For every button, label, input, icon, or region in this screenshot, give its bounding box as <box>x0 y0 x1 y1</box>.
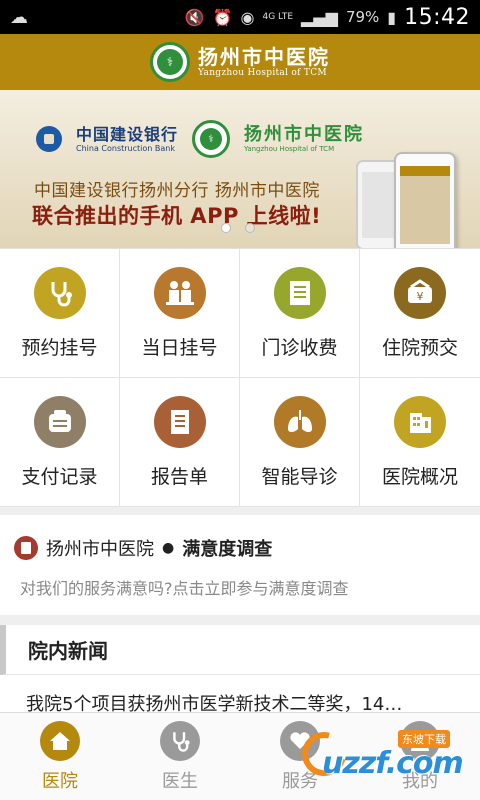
survey-separator: ● <box>162 540 175 556</box>
tab-label: 医生 <box>162 770 198 792</box>
service-payment-records[interactable]: 支付记录 <box>0 378 120 507</box>
wifi-icon: ◉ <box>240 7 255 27</box>
alarm-icon: ⏰ <box>212 7 233 27</box>
app-header: ⚕ 扬州市中医院 Yangzhou Hospital of TCM <box>0 34 480 90</box>
mute-icon: 🔇 <box>184 7 205 27</box>
satisfaction-survey-card[interactable]: 扬州市中医院 ● 满意度调查 对我们的服务满意吗?点击立即参与满意度调查 <box>0 515 480 615</box>
phone-illustration <box>394 152 456 248</box>
clock-time: 15:42 <box>404 4 470 30</box>
svg-text:¥: ¥ <box>417 290 424 303</box>
banner-hospital-name-en: Yangzhou Hospital of TCM <box>244 145 335 153</box>
banner-hospital-name: 扬州市中医院 <box>244 124 365 145</box>
home-icon <box>40 720 80 761</box>
news-heading: 院内新闻 <box>0 625 480 675</box>
carousel-dot-2[interactable] <box>245 223 255 233</box>
hospital-logo-icon: ⚕ <box>192 120 231 158</box>
banner-tagline: 联合推出的手机 APP 上线啦! <box>32 204 322 228</box>
record-icon <box>33 395 86 448</box>
bank-name: 中国建设银行 <box>76 124 179 144</box>
watermark-text: uzzf.com <box>322 746 464 781</box>
receipt-icon <box>273 266 326 319</box>
service-label: 报告单 <box>150 465 208 488</box>
service-report[interactable]: 报告单 <box>120 378 240 507</box>
battery-icon: ▮ <box>387 7 397 27</box>
wallet-icon: ¥ <box>394 266 446 319</box>
hospital-building-icon <box>394 395 446 448</box>
tab-label: 医院 <box>42 770 78 792</box>
service-label: 智能导诊 <box>261 465 338 488</box>
signal-icon: ▂▄▆ <box>301 7 338 27</box>
service-same-day[interactable]: 当日挂号 <box>120 249 240 378</box>
ccb-logo-icon <box>36 126 62 152</box>
service-label: 当日挂号 <box>141 336 218 359</box>
survey-description: 对我们的服务满意吗?点击立即参与满意度调查 <box>20 579 349 598</box>
lungs-icon <box>273 395 326 448</box>
service-appointment[interactable]: 预约挂号 <box>0 249 120 378</box>
cloud-icon: ☁ <box>10 6 28 28</box>
bank-name-en: China Construction Bank <box>76 143 175 153</box>
stethoscope-icon <box>160 720 200 761</box>
service-smart-guide[interactable]: 智能导诊 <box>240 378 360 507</box>
carousel-dot-1[interactable] <box>221 223 231 233</box>
survey-hospital: 扬州市中医院 <box>46 539 154 560</box>
doctor-patient-icon <box>153 266 206 319</box>
service-label: 预约挂号 <box>21 336 98 359</box>
service-label: 医院概况 <box>381 465 458 488</box>
survey-title: 满意度调查 <box>182 539 273 560</box>
survey-icon <box>14 536 38 560</box>
app-subtitle: Yangzhou Hospital of TCM <box>198 68 327 78</box>
service-grid: 预约挂号 当日挂号 门诊收费 ¥ 住院预交 支付记录 报告单 智能导诊 医院概况 <box>0 248 480 507</box>
site-watermark: 东坡下载 uzzf.com <box>293 723 472 788</box>
stethoscope-icon <box>33 266 86 319</box>
tab-doctor[interactable]: 医生 <box>120 713 240 800</box>
banner-headline: 中国建设银行扬州分行 扬州市中医院 <box>34 181 320 201</box>
hospital-logo-icon: ⚕ <box>150 42 190 82</box>
app-title: 扬州市中医院 <box>198 45 330 69</box>
service-outpatient-fee[interactable]: 门诊收费 <box>240 249 360 378</box>
service-label: 门诊收费 <box>261 336 338 359</box>
tab-hospital[interactable]: 医院 <box>0 713 120 800</box>
promo-banner[interactable]: 中国建设银行 China Construction Bank ⚕ 扬州市中医院 … <box>0 90 480 248</box>
status-bar: ☁ 🔇 ⏰ ◉ 4G LTE ▂▄▆ 79% ▮ 15:42 <box>0 0 480 34</box>
service-inpatient-deposit[interactable]: ¥ 住院预交 <box>360 249 480 378</box>
report-icon <box>153 395 206 448</box>
service-label: 支付记录 <box>21 465 98 488</box>
service-label: 住院预交 <box>381 336 458 359</box>
battery-level: 79% <box>345 8 380 26</box>
service-hospital-overview[interactable]: 医院概况 <box>360 378 480 507</box>
network-label: 4G LTE <box>262 12 294 22</box>
